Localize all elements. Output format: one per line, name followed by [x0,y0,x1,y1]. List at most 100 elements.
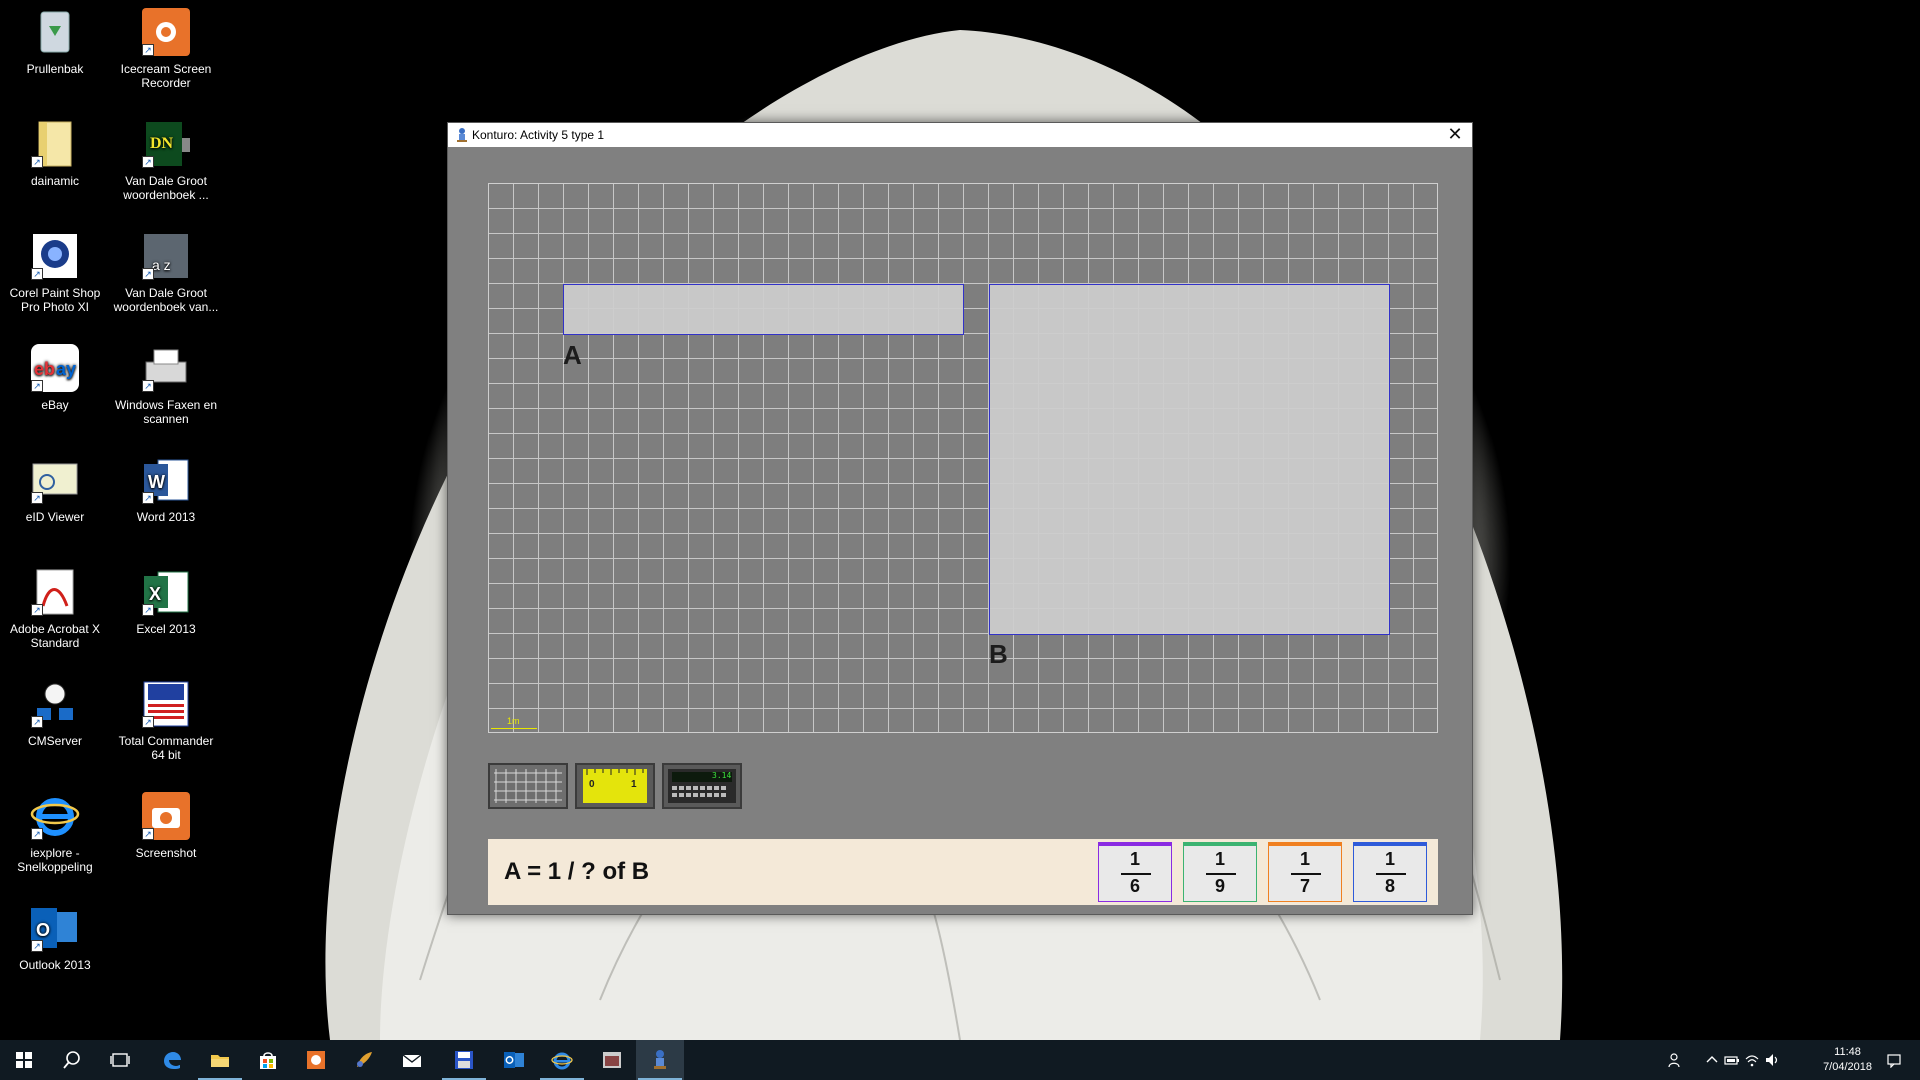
taskbar-paint-shop[interactable] [340,1040,388,1080]
choice-numerator: 1 [1384,849,1395,869]
fraction-bar [1291,873,1321,875]
internet-explorer-icon [551,1052,573,1070]
desktop-icon[interactable]: ↗ iexplore - Snelkoppeling [0,790,110,874]
svg-text:O: O [36,920,50,940]
eid-viewer-icon: ↗ [29,454,81,506]
desktop-icon[interactable]: eb ay ↗ eBay [0,342,110,412]
shortcut-arrow-icon: ↗ [142,156,154,168]
chevron-up-icon[interactable] [1704,1052,1720,1068]
desktop-icon-label: Adobe Acrobat X Standard [9,622,101,650]
shortcut-arrow-icon: ↗ [31,604,43,616]
ruler-tool-button[interactable]: 0 1 [575,763,655,809]
wifi-icon[interactable] [1744,1052,1760,1068]
clock[interactable]: 11:48 7/04/2018 [1823,1045,1872,1075]
fraction-bar [1376,873,1406,875]
desktop-icon[interactable]: ↗ Adobe Acrobat X Standard [0,566,110,650]
konturo-app-icon [654,1050,666,1069]
shortcut-arrow-icon: ↗ [142,828,154,840]
shape-a[interactable] [563,284,964,335]
calculator-tool-button[interactable]: 3.14 [662,763,742,809]
desktop-icon-label: eBay [41,398,69,412]
shape-b[interactable] [989,284,1390,635]
shape-a-label: A [563,340,582,370]
internet-explorer-icon: ↗ [29,790,81,842]
edge-icon [164,1052,181,1069]
desktop-icon-label: Van Dale Groot woordenboek ... [123,174,209,202]
desktop-icon-label: Total Commander 64 bit [118,734,214,762]
answer-choice[interactable]: 17 [1268,842,1342,902]
taskbar-file-explorer[interactable] [196,1040,244,1080]
volume-icon[interactable] [1764,1052,1780,1068]
search-button[interactable] [48,1040,96,1080]
taskbar-outlook[interactable] [490,1040,538,1080]
answer-choice[interactable]: 19 [1183,842,1257,902]
grid-canvas[interactable]: A B 1m [488,183,1438,733]
ebay-icon: eb ay ↗ [29,342,81,394]
konturo-app-icon [457,128,467,142]
screen-recorder-icon: ↗ [140,6,192,58]
desktop-icon[interactable]: Prullenbak [0,6,110,76]
taskbar-mail[interactable] [388,1040,436,1080]
desktop-icon-label: Excel 2013 [136,622,196,636]
shortcut-arrow-icon: ↗ [142,268,154,280]
svg-text:X: X [149,584,161,604]
shortcut-arrow-icon: ↗ [142,492,154,504]
grid-icon [490,765,566,807]
excel-icon: X ↗ [140,566,192,618]
dictionary-icon: DN ↗ [140,118,192,170]
svg-text:W: W [148,472,165,492]
taskbar-edge[interactable] [148,1040,196,1080]
desktop-icon[interactable]: ↗ CMServer [0,678,110,748]
notifications-icon[interactable] [1886,1052,1902,1068]
taskbar-store[interactable] [244,1040,292,1080]
system-tray: 11:48 7/04/2018 [1660,1040,1920,1080]
battery-icon[interactable] [1724,1052,1740,1068]
desktop-icon[interactable]: ↗ Windows Faxen en scannen [111,342,221,426]
taskbar-total-commander[interactable] [440,1040,488,1080]
app-window-icon [603,1052,621,1068]
desktop-icon[interactable]: ↗ Screenshot [111,790,221,860]
desktop-icon-label: Corel Paint Shop Pro Photo XI [9,286,101,314]
taskbar-konturo[interactable] [636,1040,684,1080]
desktop-icon[interactable]: ↗ Icecream Screen Recorder [111,6,221,90]
desktop-icon-label: Van Dale Groot woordenboek van... [113,286,219,314]
choice-numerator: 1 [1214,849,1225,869]
acrobat-icon: ↗ [29,566,81,618]
desktop-icon[interactable]: a z ↗ Van Dale Groot woordenboek van... [111,230,221,314]
desktop-icon[interactable]: ↗ eID Viewer [0,454,110,524]
window-titlebar[interactable]: Konturo: Activity 5 type 1 ✕ [448,123,1472,147]
desktop-icon[interactable]: ↗ dainamic [0,118,110,188]
desktop-icon[interactable]: X ↗ Excel 2013 [111,566,221,636]
shortcut-arrow-icon: ↗ [142,604,154,616]
windows-logo-icon [16,1052,32,1068]
desktop-icon-label: Icecream Screen Recorder [120,62,212,90]
task-view-icon [110,1053,130,1067]
taskbar-internet-explorer[interactable] [538,1040,586,1080]
desktop-icon[interactable]: W ↗ Word 2013 [111,454,221,524]
task-view-button[interactable] [96,1040,144,1080]
desktop-icon[interactable]: O ↗ Outlook 2013 [0,902,110,972]
start-button[interactable] [0,1040,48,1080]
taskbar-app[interactable] [588,1040,636,1080]
people-icon[interactable] [1668,1052,1684,1068]
desktop-icon-label: Screenshot [135,846,197,860]
grid-tool-button[interactable] [488,763,568,809]
close-icon[interactable]: ✕ [1438,123,1472,147]
question-bar: A = 1 / ? of B 16191718 [488,839,1438,905]
fraction-bar [1121,873,1151,875]
desktop-icon[interactable]: ↗ Corel Paint Shop Pro Photo XI [0,230,110,314]
desktop-icon[interactable]: ↗ Total Commander 64 bit [111,678,221,762]
answer-choice[interactable]: 16 [1098,842,1172,902]
shortcut-arrow-icon: ↗ [142,380,154,392]
recycle-bin-icon [29,6,81,58]
scale-bar: 1m [489,716,539,732]
paint-shop-icon [357,1052,372,1067]
shortcut-arrow-icon: ↗ [31,380,43,392]
camera-icon: ↗ [140,790,192,842]
taskbar-screen-recorder[interactable] [292,1040,340,1080]
taskbar: 11:48 7/04/2018 [0,1040,1920,1080]
floppy-disk-icon [455,1051,473,1069]
desktop-icon-label: iexplore - Snelkoppeling [17,846,93,874]
answer-choice[interactable]: 18 [1353,842,1427,902]
desktop-icon[interactable]: DN ↗ Van Dale Groot woordenboek ... [111,118,221,202]
